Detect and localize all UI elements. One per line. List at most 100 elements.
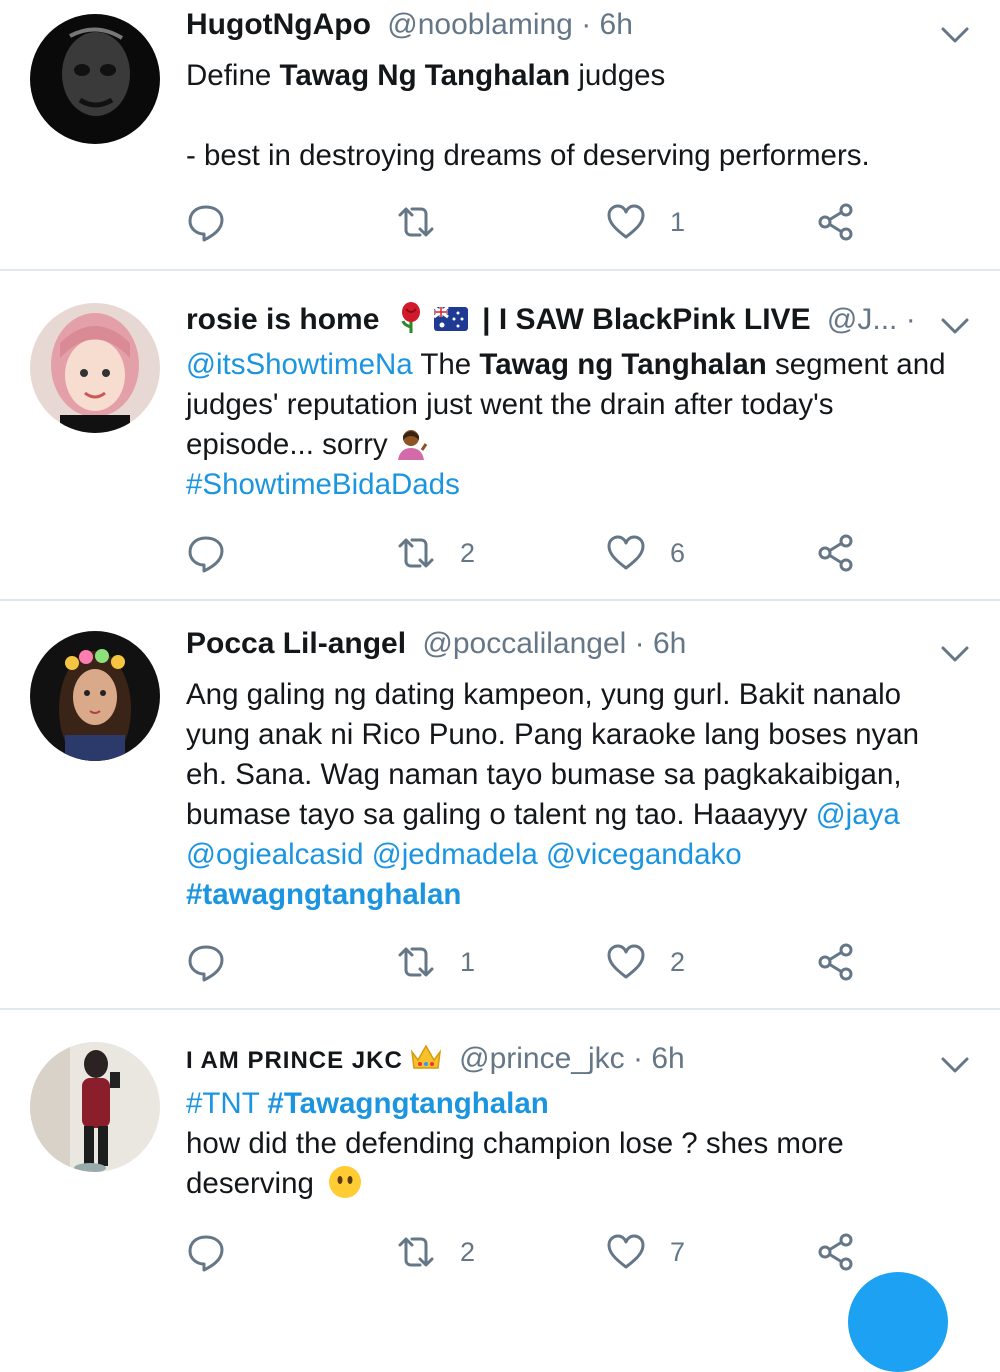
share-button[interactable]	[816, 940, 856, 984]
hashtag-link[interactable]: #tawagngtanghalan	[186, 878, 461, 911]
reply-button[interactable]	[186, 940, 226, 984]
mention-link[interactable]: @jaya	[816, 798, 900, 831]
avatar[interactable]	[30, 631, 160, 761]
retweet-count: 1	[460, 946, 476, 977]
display-name-part: | I SAW BlackPink LIVE	[473, 303, 811, 336]
display-name[interactable]: rosie is home | I SAW BlackPink LIVE	[186, 302, 811, 336]
like-button[interactable]: 7	[606, 1230, 685, 1274]
hashtag-line: #ShowtimeBidaDads	[186, 465, 966, 505]
tweet-actions: 1 2	[186, 940, 886, 984]
retweet-button[interactable]	[396, 200, 436, 244]
bold-text: Tawag ng Tanghalan	[479, 348, 767, 381]
text-span: The	[412, 348, 480, 381]
timestamp[interactable]: 6h	[651, 1042, 684, 1075]
tweet-4[interactable]: I AM PRINCE JKC @prince_jkc · 6h #TNT #T…	[0, 1010, 1000, 1299]
handle[interactable]: @J...	[827, 303, 897, 336]
retweet-icon	[396, 202, 436, 242]
tweet-3[interactable]: Pocca Lil-angel @poccalilangel · 6h Ang …	[0, 601, 1000, 1010]
tweet-header: HugotNgApo @nooblaming · 6h	[186, 8, 920, 48]
tweet-header: I AM PRINCE JKC @prince_jkc · 6h	[186, 1040, 920, 1080]
mention-link[interactable]: @jedmadela	[372, 838, 538, 871]
share-icon	[816, 202, 856, 242]
avatar[interactable]	[30, 14, 160, 144]
text-body: @itsShowtimeNa The Tawag ng Tanghalan se…	[186, 345, 966, 465]
reply-icon	[186, 533, 226, 573]
handle[interactable]: @nooblaming	[387, 8, 573, 41]
reply-button[interactable]	[186, 200, 226, 244]
retweet-button[interactable]: 2	[396, 1230, 475, 1274]
like-button[interactable]: 2	[606, 940, 685, 984]
separator: ·	[572, 8, 600, 41]
chevron-down-icon[interactable]	[940, 643, 970, 665]
share-button[interactable]	[816, 531, 856, 575]
share-button[interactable]	[816, 1230, 856, 1274]
separator: ·	[624, 1042, 652, 1075]
retweet-count: 2	[460, 1236, 476, 1267]
avatar[interactable]	[30, 303, 160, 433]
text-span: judges	[570, 59, 666, 92]
mention-link[interactable]: @itsShowtimeNa	[186, 348, 413, 381]
retweet-button[interactable]: 2	[396, 531, 475, 575]
chevron-down-icon[interactable]	[940, 1054, 970, 1076]
like-icon	[606, 942, 646, 982]
reply-icon	[186, 1232, 226, 1272]
mention-link[interactable]: @ogiealcasid	[186, 838, 364, 871]
display-name[interactable]: Pocca Lil-angel	[186, 627, 406, 660]
share-icon	[816, 533, 856, 573]
text-span: deserving	[186, 1167, 314, 1200]
tweet-actions: 2 6	[186, 531, 886, 575]
neutral-face-emoji-icon	[328, 1166, 361, 1198]
reply-button[interactable]	[186, 531, 226, 575]
like-icon	[606, 533, 646, 573]
hashtag-link[interactable]: #Tawagngtanghalan	[267, 1087, 548, 1120]
separator: ·	[626, 627, 653, 660]
reply-icon	[186, 942, 226, 982]
tweet-text: Ang galing ng dating kampeon, yung gurl.…	[186, 675, 966, 915]
retweet-icon	[396, 1232, 436, 1272]
like-button[interactable]: 1	[606, 200, 685, 244]
tweet-text: @itsShowtimeNa The Tawag ng Tanghalan se…	[186, 345, 966, 505]
text-span: Ang galing ng dating kampeon, yung gurl.…	[186, 678, 920, 831]
reply-button[interactable]	[186, 1230, 226, 1274]
text-line: Define Tawag Ng Tanghalan judges	[186, 56, 966, 96]
tweet-2[interactable]: rosie is home | I SAW BlackPink LIVE @J.…	[0, 271, 1000, 601]
retweet-count: 2	[460, 537, 476, 568]
avatar-image	[30, 631, 160, 761]
compose-fab[interactable]	[848, 1272, 948, 1372]
text-line: deserving	[186, 1164, 966, 1204]
avatar[interactable]	[30, 1042, 160, 1172]
retweet-icon	[396, 533, 436, 573]
like-button[interactable]: 6	[606, 531, 685, 575]
like-count: 1	[670, 206, 686, 237]
display-name[interactable]: HugotNgApo	[186, 8, 371, 41]
like-icon	[606, 202, 646, 242]
crown-emoji-icon	[410, 1044, 441, 1069]
timestamp[interactable]: 6h	[600, 8, 633, 41]
mention-link[interactable]: @vicegandako	[546, 838, 742, 871]
share-button[interactable]	[816, 200, 856, 244]
tweet-header: rosie is home | I SAW BlackPink LIVE @J.…	[186, 301, 920, 341]
timestamp[interactable]: 6h	[653, 627, 686, 660]
tweet-1[interactable]: HugotNgApo @nooblaming · 6h Define Tawag…	[0, 0, 1000, 271]
avatar-image	[30, 14, 160, 144]
chevron-down-icon[interactable]	[940, 315, 970, 337]
tweet-actions: 2 7	[186, 1230, 886, 1274]
retweet-button[interactable]: 1	[396, 940, 475, 984]
tweet-actions: 1	[186, 200, 886, 244]
handle[interactable]: @poccalilangel	[422, 627, 626, 660]
hashtag-link[interactable]: #TNT	[186, 1087, 259, 1120]
like-count: 6	[670, 537, 686, 568]
share-icon	[816, 942, 856, 982]
shrug-emoji-icon	[397, 430, 427, 460]
separator: ·	[905, 303, 916, 336]
tweet-text: Define Tawag Ng Tanghalan judges - best …	[186, 56, 966, 176]
chevron-down-icon[interactable]	[940, 24, 970, 46]
hashtag-line: #TNT #Tawagngtanghalan	[186, 1084, 966, 1124]
text-line: how did the defending champion lose ? sh…	[186, 1127, 844, 1160]
australia-flag-icon	[433, 307, 468, 331]
handle[interactable]: @prince_jkc	[459, 1042, 625, 1075]
text-body: Ang galing ng dating kampeon, yung gurl.…	[186, 675, 966, 875]
hashtag-link[interactable]: #ShowtimeBidaDads	[186, 468, 460, 501]
display-name[interactable]: I AM PRINCE JKC	[186, 1047, 403, 1074]
tweet-header: Pocca Lil-angel @poccalilangel · 6h	[186, 627, 920, 667]
